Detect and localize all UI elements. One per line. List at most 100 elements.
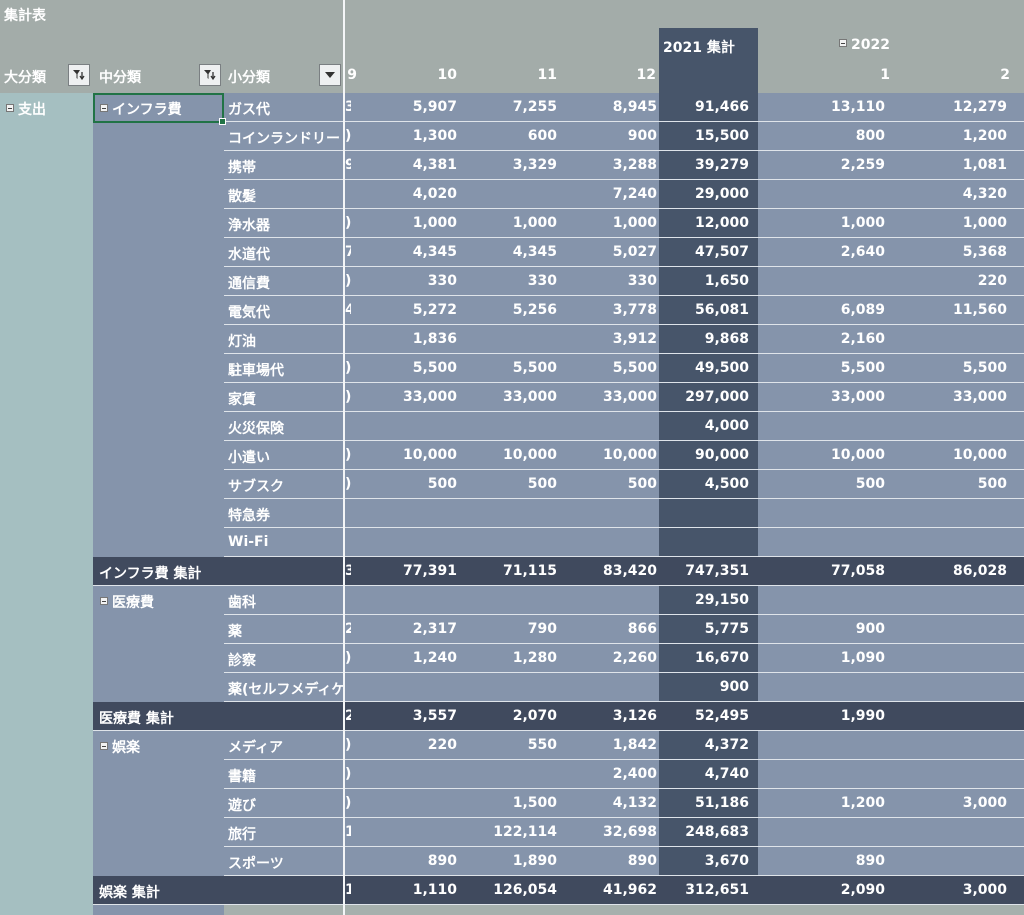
partial-cell-9[interactable]: ): [345, 360, 351, 376]
value-cell-m1[interactable]: 2,640: [795, 244, 885, 260]
value-cell-total[interactable]: 4,372: [659, 737, 749, 753]
table-row[interactable]: メディア) 220 550 1,842 4,372: [93, 731, 1024, 760]
value-cell-total[interactable]: 16,670: [659, 650, 749, 666]
value-cell-m2[interactable]: 12,279: [917, 99, 1007, 115]
value-cell-m2[interactable]: 33,000: [917, 389, 1007, 405]
table-row[interactable]: 小遣い) 10,000 10,000 10,000 90,000 10,000 10,000: [93, 441, 1024, 470]
value-cell-m12[interactable]: 2,260: [567, 650, 657, 666]
partial-cell-9[interactable]: ): [345, 128, 351, 144]
item-label[interactable]: 灯油: [228, 331, 343, 351]
value-cell-m2[interactable]: 10,000: [917, 447, 1007, 463]
value-cell-m12[interactable]: 900: [567, 128, 657, 144]
item-label[interactable]: サブスク: [228, 476, 343, 496]
value-cell-m2[interactable]: 220: [917, 273, 1007, 289]
value-cell-m11[interactable]: 1,890: [467, 853, 557, 869]
value-cell-m11[interactable]: 550: [467, 737, 557, 753]
subtotal-cell-total[interactable]: 312,651: [659, 882, 749, 898]
value-cell-total[interactable]: 49,500: [659, 360, 749, 376]
value-cell-m12[interactable]: 32,698: [567, 824, 657, 840]
value-cell-total[interactable]: 47,507: [659, 244, 749, 260]
value-cell-m10[interactable]: 1,300: [367, 128, 457, 144]
subtotal-cell-m12[interactable]: 83,420: [567, 563, 657, 579]
subtotal-cell-m10[interactable]: 3,557: [367, 708, 457, 724]
item-label[interactable]: 水道代: [228, 244, 343, 264]
value-cell-m12[interactable]: 4,132: [567, 795, 657, 811]
value-cell-m11[interactable]: 5,500: [467, 360, 557, 376]
year-2022-header[interactable]: 2022: [839, 37, 890, 53]
value-cell-total[interactable]: 29,000: [659, 186, 749, 202]
partial-cell-9[interactable]: ): [345, 766, 351, 782]
table-row[interactable]: 家賃) 33,000 33,000 33,000 297,000 33,000 33,000: [93, 383, 1024, 412]
filter-level2-button[interactable]: [199, 64, 221, 86]
value-cell-m1[interactable]: 900: [795, 621, 885, 637]
value-cell-m10[interactable]: 5,500: [367, 360, 457, 376]
subtotal-cell-m12[interactable]: 3,126: [567, 708, 657, 724]
value-cell-m1[interactable]: 2,259: [795, 157, 885, 173]
partial-cell-9[interactable]: ): [345, 737, 351, 753]
value-cell-m11[interactable]: 7,255: [467, 99, 557, 115]
value-cell-m11[interactable]: 600: [467, 128, 557, 144]
table-row[interactable]: 薬(セルフメディケ- 900: [93, 673, 1024, 702]
table-row[interactable]: 旅行 1 122,114 32,698 248,683: [93, 818, 1024, 847]
partial-cell-9[interactable]: ): [345, 795, 351, 811]
value-cell-m10[interactable]: 1,836: [367, 331, 457, 347]
table-row[interactable]: サブスク) 500 500 500 4,500 500 500: [93, 470, 1024, 499]
value-cell-m2[interactable]: 1,200: [917, 128, 1007, 144]
value-cell-m1[interactable]: 500: [795, 476, 885, 492]
partial-cell-9[interactable]: 7: [345, 244, 351, 260]
partial-cell-9[interactable]: ): [345, 476, 351, 492]
table-row[interactable]: 遊び) 1,500 4,132 51,186 1,200 3,000: [93, 789, 1024, 818]
table-row[interactable]: Wi-Fi: [93, 528, 1024, 557]
value-cell-total[interactable]: 4,000: [659, 418, 749, 434]
value-cell-m12[interactable]: 1,000: [567, 215, 657, 231]
collapse-icon[interactable]: [839, 39, 847, 47]
subtotal-cell-m2[interactable]: 86,028: [917, 563, 1007, 579]
item-label[interactable]: 薬(セルフメディケ-: [228, 679, 343, 699]
partial-cell-9[interactable]: ): [345, 215, 351, 231]
group-label[interactable]: 娯楽: [100, 737, 140, 757]
value-cell-m2[interactable]: 3,000: [917, 795, 1007, 811]
value-cell-m11[interactable]: 500: [467, 476, 557, 492]
table-row[interactable]: 散髪 4,020 7,240 29,000 4,320: [93, 180, 1024, 209]
table-row[interactable]: 灯油 1,836 3,912 9,868 2,160: [93, 325, 1024, 354]
value-cell-total[interactable]: 9,868: [659, 331, 749, 347]
item-label[interactable]: 家賃: [228, 389, 343, 409]
subtotal-cell-m11[interactable]: 126,054: [467, 882, 557, 898]
item-label[interactable]: 電気代: [228, 302, 343, 322]
value-cell-total[interactable]: 248,683: [659, 824, 749, 840]
value-cell-m11[interactable]: 3,329: [467, 157, 557, 173]
table-row[interactable]: スポーツ 890 1,890 890 3,670 890: [93, 847, 1024, 876]
subtotal-cell-m10[interactable]: 1,110: [367, 882, 457, 898]
table-row[interactable]: 通信費) 330 330 330 1,650 220: [93, 267, 1024, 296]
table-row[interactable]: 薬 2 2,317 790 866 5,775 900: [93, 615, 1024, 644]
partial-cell-9[interactable]: ): [345, 273, 351, 289]
value-cell-m10[interactable]: 4,381: [367, 157, 457, 173]
value-cell-m11[interactable]: 10,000: [467, 447, 557, 463]
value-cell-m10[interactable]: 4,020: [367, 186, 457, 202]
value-cell-total[interactable]: 4,740: [659, 766, 749, 782]
item-label[interactable]: 駐車場代: [228, 360, 343, 380]
partial-cell-9[interactable]: 2: [345, 708, 351, 724]
subtotal-cell-m12[interactable]: 41,962: [567, 882, 657, 898]
subtotal-cell-total[interactable]: 52,495: [659, 708, 749, 724]
item-label[interactable]: 浄水器: [228, 215, 343, 235]
item-label[interactable]: ガス代: [228, 99, 343, 119]
subtotal-cell-m2[interactable]: 3,000: [917, 882, 1007, 898]
collapse-icon[interactable]: [6, 104, 14, 112]
subtotal-cell-m11[interactable]: 2,070: [467, 708, 557, 724]
value-cell-total[interactable]: 900: [659, 679, 749, 695]
table-row[interactable]: 電気代 4 5,272 5,256 3,778 56,081 6,089 11,560: [93, 296, 1024, 325]
value-cell-m12[interactable]: 8,945: [567, 99, 657, 115]
value-cell-m1[interactable]: 10,000: [795, 447, 885, 463]
table-row[interactable]: 浄水器) 1,000 1,000 1,000 12,000 1,000 1,000: [93, 209, 1024, 238]
value-cell-m1[interactable]: 890: [795, 853, 885, 869]
value-cell-total[interactable]: 56,081: [659, 302, 749, 318]
value-cell-total[interactable]: 4,500: [659, 476, 749, 492]
subtotal-cell-m1[interactable]: 2,090: [795, 882, 885, 898]
table-row[interactable]: 書籍) 2,400 4,740: [93, 760, 1024, 789]
value-cell-m2[interactable]: 11,560: [917, 302, 1007, 318]
value-cell-m10[interactable]: 2,317: [367, 621, 457, 637]
partial-cell-9[interactable]: 9: [345, 157, 351, 173]
value-cell-m10[interactable]: 5,272: [367, 302, 457, 318]
item-label[interactable]: 小遣い: [228, 447, 343, 467]
